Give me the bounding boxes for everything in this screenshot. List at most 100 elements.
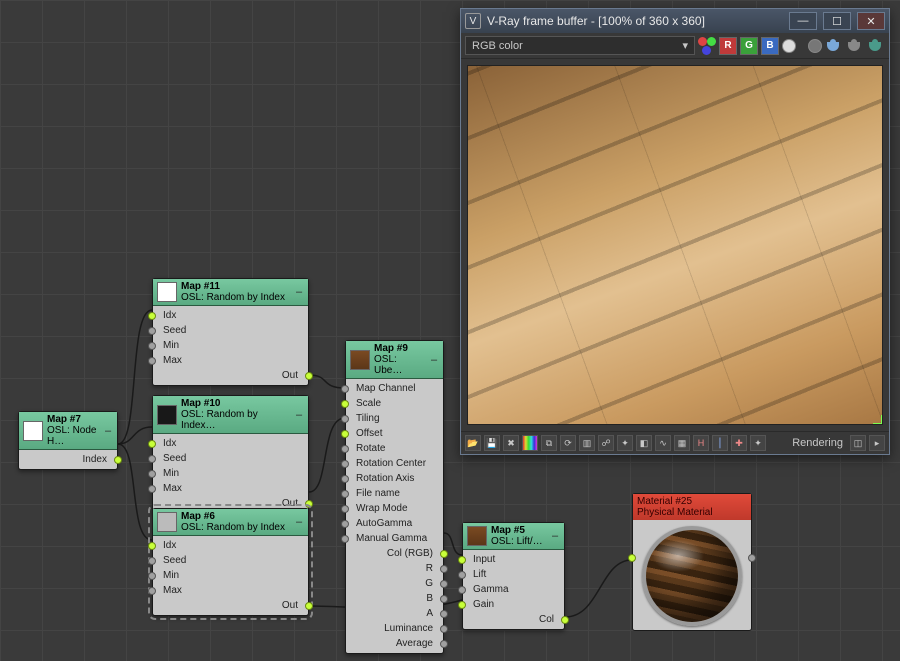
rgb-toggle-icon[interactable] [698,37,716,55]
input-slot[interactable]: Rotation Axis [346,471,443,486]
histogram-icon[interactable]: ▥ [579,435,595,451]
port-out-icon[interactable] [440,625,448,633]
channel-r-button[interactable]: R [719,37,737,55]
port-in-icon[interactable] [148,440,156,448]
port-in-icon[interactable] [148,357,156,365]
output-slot[interactable]: Out [153,368,308,383]
output-slot[interactable]: G [346,576,443,591]
maximize-button[interactable]: ☐ [823,12,851,30]
channel-b-button[interactable]: B [761,37,779,55]
port-in-icon[interactable] [148,342,156,350]
node-header[interactable]: Map #7 OSL: Node H… – [19,412,117,450]
port-in-icon[interactable] [148,312,156,320]
minimize-button[interactable]: — [789,12,817,30]
input-slot[interactable]: Max [153,583,308,598]
node-header[interactable]: Map #9 OSL: Ube… – [346,341,443,379]
input-slot[interactable]: Idx [153,308,308,323]
node-map9[interactable]: Map #9 OSL: Ube… – Map Channel Scale Til… [345,340,444,654]
output-slot[interactable]: B [346,591,443,606]
save-icon[interactable]: 💾 [484,435,500,451]
dock-icon[interactable]: ◫ [850,435,866,451]
port-out-icon[interactable] [305,372,313,380]
open-icon[interactable]: 📂 [465,435,481,451]
vray-frame-buffer-window[interactable]: V V-Ray frame buffer - [100% of 360 x 36… [460,8,890,455]
port-out-icon[interactable] [748,554,756,562]
port-in-icon[interactable] [458,571,466,579]
collapse-icon[interactable]: – [103,425,113,437]
lut-icon[interactable]: ▦ [674,435,690,451]
port-in-icon[interactable] [341,520,349,528]
node-map7[interactable]: Map #7 OSL: Node H… – Index [18,411,118,470]
window-titlebar[interactable]: V V-Ray frame buffer - [100% of 360 x 36… [461,9,889,33]
copy-icon[interactable]: ⧉ [541,435,557,451]
node-header[interactable]: Map #5 OSL: Lift/… – [463,523,564,550]
output-slot[interactable]: Luminance [346,621,443,636]
port-out-icon[interactable] [440,640,448,648]
node-map6[interactable]: Map #6 OSL: Random by Index – Idx Seed M… [152,508,309,616]
collapse-icon[interactable]: – [294,409,304,421]
port-in-icon[interactable] [341,475,349,483]
port-in-icon[interactable] [341,400,349,408]
port-out-icon[interactable] [561,616,569,624]
stamp-icon[interactable]: ✦ [617,435,633,451]
node-map10[interactable]: Map #10 OSL: Random by Index… – Idx Seed… [152,395,309,514]
input-slot[interactable]: Max [153,353,308,368]
input-slot[interactable]: Tiling [346,411,443,426]
input-slot[interactable]: Seed [153,553,308,568]
port-in-icon[interactable] [341,430,349,438]
port-in-icon[interactable] [341,385,349,393]
node-header[interactable]: Map #11 OSL: Random by Index – [153,279,308,306]
link-icon[interactable]: ☍ [598,435,614,451]
input-slot[interactable]: Gamma [463,582,564,597]
levels-icon[interactable]: ◧ [636,435,652,451]
channel-select[interactable]: RGB color ▾ [465,36,695,55]
output-slot-index[interactable]: Index [19,452,117,467]
port-in-icon[interactable] [458,556,466,564]
port-in-icon[interactable] [148,557,156,565]
input-slot[interactable]: Rotate [346,441,443,456]
port-out-icon[interactable] [305,500,313,508]
port-in-icon[interactable] [148,485,156,493]
mono-white-button[interactable] [782,39,796,53]
expand-icon[interactable]: ▸ [869,435,885,451]
output-slot[interactable]: R [346,561,443,576]
port-out-icon[interactable] [440,610,448,618]
render-output-image[interactable] [467,65,883,425]
collapse-icon[interactable]: – [294,286,304,298]
port-in-icon[interactable] [148,327,156,335]
mono-gray-button[interactable] [808,39,822,53]
port-out-icon[interactable] [114,456,122,464]
curves-icon[interactable]: ∿ [655,435,671,451]
port-in-icon[interactable] [458,586,466,594]
input-slot[interactable]: Input [463,552,564,567]
port-in-icon[interactable] [458,601,466,609]
port-in-icon[interactable] [341,505,349,513]
node-header[interactable]: Map #10 OSL: Random by Index… – [153,396,308,434]
port-in-icon[interactable] [148,542,156,550]
output-slot[interactable]: Col [463,612,564,627]
teapot-override-icon[interactable] [867,38,885,54]
history-icon[interactable]: ⟳ [560,435,576,451]
output-slot[interactable]: Out [153,598,308,613]
output-slot[interactable]: A [346,606,443,621]
input-slot[interactable]: Scale [346,396,443,411]
input-slot[interactable]: AutoGamma [346,516,443,531]
port-in-icon[interactable] [341,490,349,498]
output-slot[interactable]: Col (RGB) [346,546,443,561]
port-out-icon[interactable] [440,580,448,588]
port-out-icon[interactable] [440,565,448,573]
node-map11[interactable]: Map #11 OSL: Random by Index – Idx Seed … [152,278,309,386]
port-in-icon[interactable] [148,470,156,478]
input-slot[interactable]: Min [153,466,308,481]
input-slot[interactable]: Idx [153,436,308,451]
region-h-icon[interactable]: H [693,435,709,451]
input-slot[interactable]: Map Channel [346,381,443,396]
palette-icon[interactable] [522,435,538,451]
port-in-icon[interactable] [148,572,156,580]
collapse-icon[interactable]: – [550,530,560,542]
node-map5[interactable]: Map #5 OSL: Lift/… – Input Lift Gamma Ga… [462,522,565,630]
channel-g-button[interactable]: G [740,37,758,55]
input-slot[interactable]: Offset [346,426,443,441]
port-in-icon[interactable] [341,535,349,543]
input-slot[interactable]: Lift [463,567,564,582]
